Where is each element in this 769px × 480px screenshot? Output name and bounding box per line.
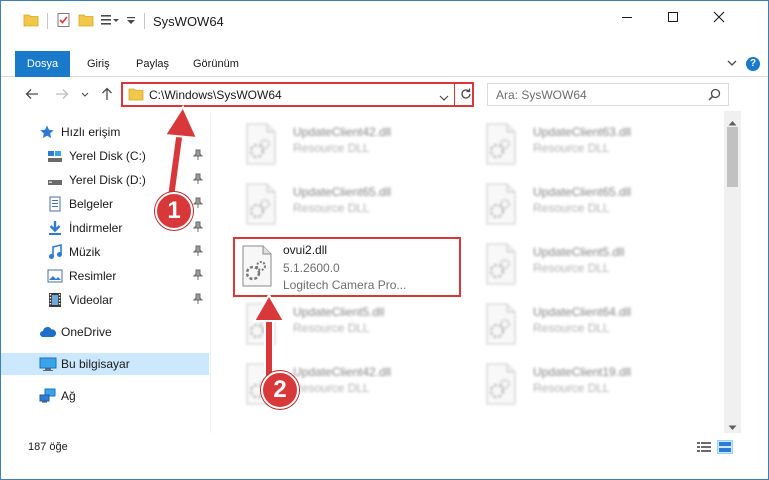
file-explorer-window: SysWOW64 Dosya Giriş Paylaş Görünüm ? C:… xyxy=(0,0,769,480)
step-badge-2: 2 xyxy=(261,371,299,409)
annotation-arrows xyxy=(163,104,286,380)
step-badge-1: 1 xyxy=(155,192,193,230)
